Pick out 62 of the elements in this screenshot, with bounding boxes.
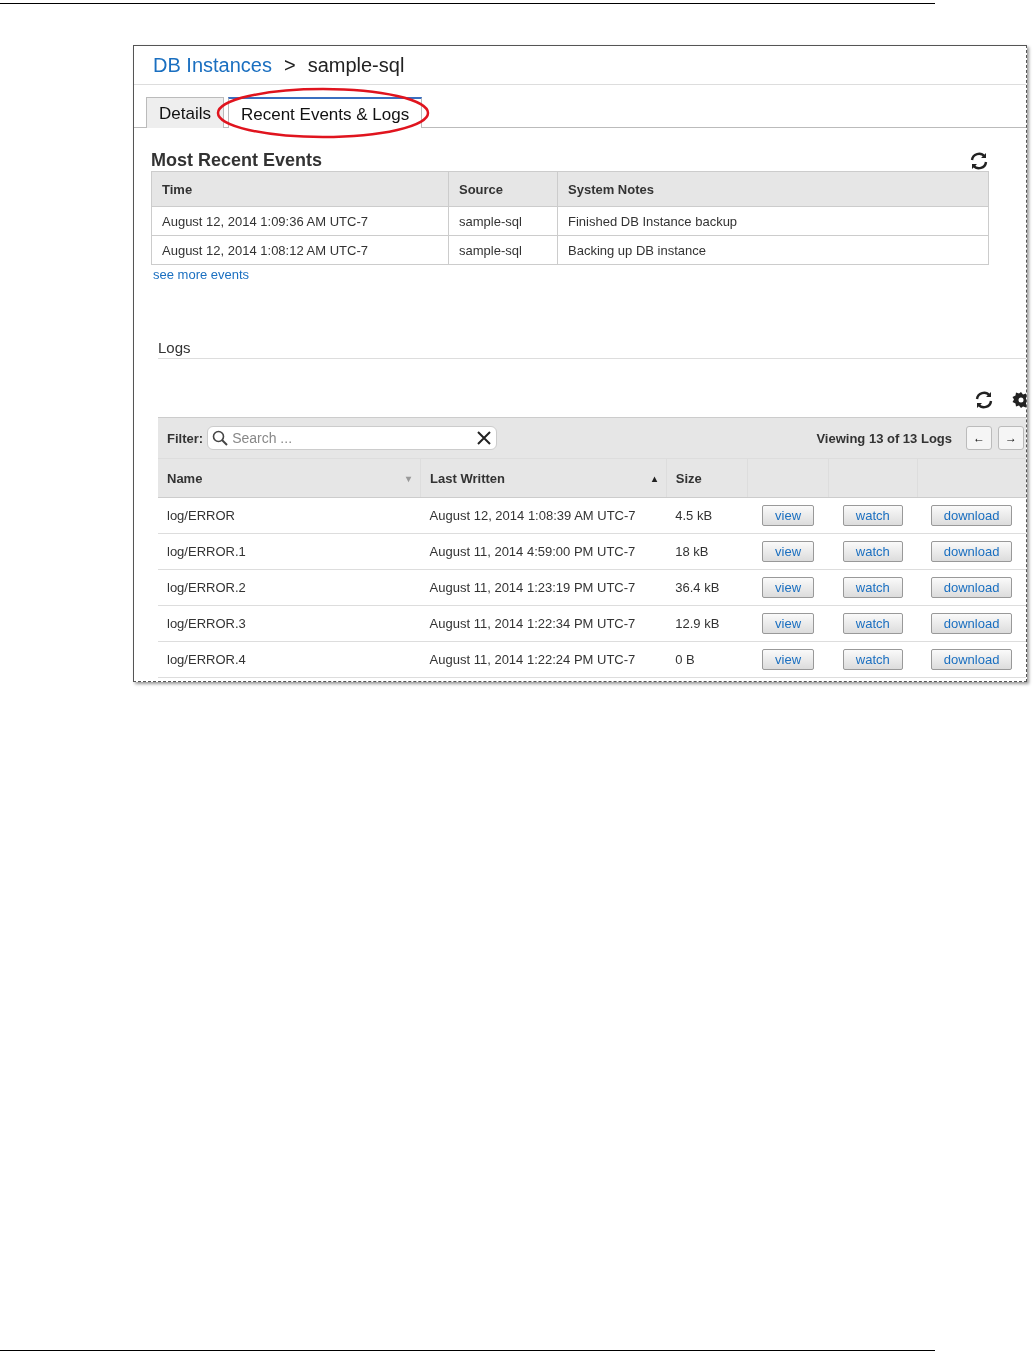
action-button[interactable]: watch <box>842 613 903 634</box>
table-cell: August 12, 2014 1:08:12 AM UTC-7 <box>151 235 449 265</box>
action-button[interactable]: watch <box>842 577 903 598</box>
breadcrumb-link[interactable]: DB Instances <box>153 54 272 77</box>
table-cell: August 11, 2014 1:23:19 PM UTC-7 <box>420 569 667 606</box>
table-cell: August 11, 2014 1:22:24 PM UTC-7 <box>420 641 667 678</box>
refresh-icon[interactable] <box>974 391 994 409</box>
action-button[interactable]: watch <box>842 541 903 562</box>
viewing-count: Viewing 13 of 13 Logs <box>816 430 952 446</box>
close-icon[interactable] <box>477 431 492 445</box>
section-title: Logs <box>158 339 1026 359</box>
table-cell: 12.9 kB <box>666 605 748 642</box>
tab[interactable]: Details <box>146 97 224 128</box>
table-cell: sample-sql <box>448 206 558 236</box>
section-title: Most Recent Events <box>151 150 323 171</box>
breadcrumb-separator: > <box>283 54 296 77</box>
search-icon <box>212 430 229 446</box>
action-button[interactable]: view <box>762 613 815 634</box>
action-button[interactable]: view <box>762 541 815 562</box>
action-button[interactable]: download <box>930 505 1013 526</box>
action-button[interactable]: view <box>762 577 815 598</box>
table-cell: log/ERROR.2 <box>158 569 421 606</box>
table-cell: 4.5 kB <box>666 497 748 534</box>
table-cell: log/ERROR.1 <box>158 533 421 570</box>
next-button[interactable]: → <box>998 426 1024 450</box>
column-header[interactable]: Size <box>666 458 748 498</box>
settings-icon[interactable] <box>1012 391 1026 409</box>
action-button[interactable]: download <box>930 577 1013 598</box>
filter-label: Filter: <box>167 430 204 446</box>
column-header[interactable]: Last Written ▴ <box>420 458 667 498</box>
action-button[interactable]: download <box>930 613 1013 634</box>
action-button[interactable]: view <box>762 649 815 670</box>
table-cell: August 11, 2014 4:59:00 PM UTC-7 <box>420 533 667 570</box>
table-cell: log/ERROR <box>158 497 421 534</box>
table-cell: August 12, 2014 1:09:36 AM UTC-7 <box>151 206 449 236</box>
table-cell: log/ERROR.4 <box>158 641 421 678</box>
search-field[interactable]: Search ... <box>207 426 498 450</box>
breadcrumb-current: sample-sql <box>307 54 405 77</box>
action-button[interactable]: download <box>930 541 1013 562</box>
column-header: System Notes <box>557 171 989 207</box>
table-cell: log/ERROR.3 <box>158 605 421 642</box>
table-cell: August 11, 2014 1:22:34 PM UTC-7 <box>420 605 667 642</box>
table-cell: August 12, 2014 1:08:39 AM UTC-7 <box>420 497 667 534</box>
tab[interactable]: Recent Events & Logs <box>227 97 423 128</box>
action-button[interactable]: view <box>762 505 815 526</box>
action-button[interactable]: watch <box>842 505 903 526</box>
column-header[interactable]: Name ▾ <box>158 458 421 498</box>
column-header: Source <box>448 171 558 207</box>
column-header: Time <box>151 171 449 207</box>
table-cell: 18 kB <box>666 533 748 570</box>
see-more-link[interactable]: see more events <box>153 267 250 282</box>
previous-button[interactable]: ← <box>966 426 992 450</box>
table-cell: sample-sql <box>448 235 558 265</box>
sort-icon[interactable]: ▾ <box>406 472 412 484</box>
action-button[interactable]: watch <box>842 649 903 670</box>
sort-icon[interactable]: ▴ <box>651 472 657 484</box>
table-cell: Backing up DB instance <box>557 235 989 265</box>
action-button[interactable]: download <box>930 649 1013 670</box>
refresh-icon[interactable] <box>969 151 989 170</box>
table-cell: 36.4 kB <box>666 569 748 606</box>
table-cell: 0 B <box>666 641 748 678</box>
table-cell: Finished DB Instance backup <box>557 206 989 236</box>
